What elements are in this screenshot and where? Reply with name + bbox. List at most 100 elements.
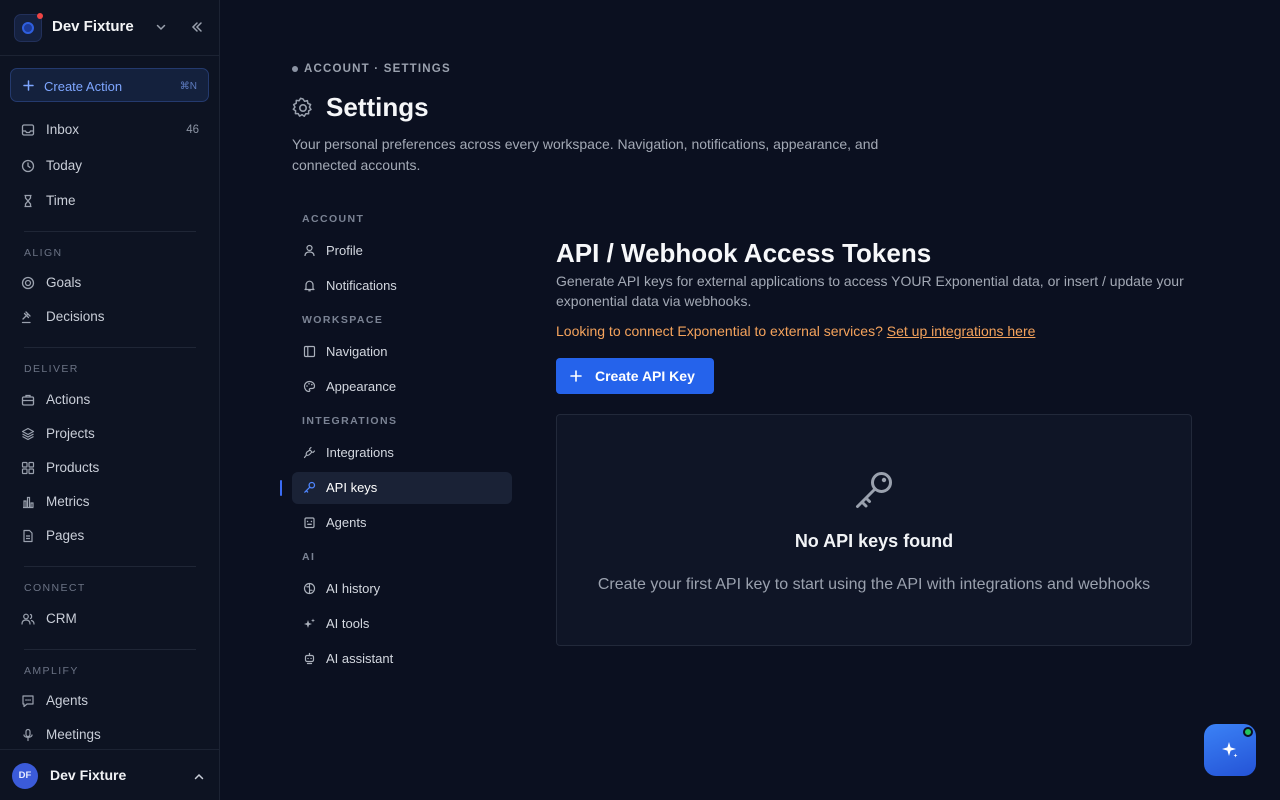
active-indicator (280, 480, 282, 496)
workspace-name: Dev Fixture (52, 18, 134, 35)
callout-text: Looking to connect Exponential to extern… (556, 323, 887, 339)
sidebar-item-crm[interactable]: CRM (10, 604, 209, 634)
clock-icon (21, 159, 35, 173)
section-title: API / Webhook Access Tokens (556, 238, 932, 268)
settings-item-label: AI tools (326, 616, 370, 631)
sidebar-item-pages[interactable]: Pages (10, 521, 209, 551)
sidebar-item-goals[interactable]: Goals (10, 268, 209, 298)
robot-icon (303, 652, 316, 665)
sidebar-section-deliver: DELIVER (24, 363, 79, 375)
settings-item-navigation[interactable]: Navigation (292, 336, 512, 368)
settings-item-label: Notifications (326, 278, 397, 293)
settings-item-label: Agents (326, 515, 367, 530)
avatar: DF (12, 763, 38, 789)
settings-item-ai-history[interactable]: AI history (292, 573, 512, 605)
sidebar-item-products[interactable]: Products (10, 453, 209, 483)
settings-item-api-keys[interactable]: API keys (292, 472, 512, 504)
sidebar-layout-icon (303, 345, 316, 358)
inbox-count-badge: 46 (186, 124, 199, 136)
settings-item-label: AI assistant (326, 651, 394, 666)
settings-item-label: AI history (326, 581, 381, 596)
chevron-up-icon[interactable] (193, 771, 205, 783)
sidebar-item-label: Goals (46, 275, 82, 290)
ai-assistant-button[interactable] (1204, 724, 1256, 776)
settings-item-profile[interactable]: Profile (292, 235, 512, 267)
empty-state: No API keys found Create your first API … (556, 414, 1192, 646)
sidebar-item-metrics[interactable]: Metrics (10, 487, 209, 517)
sidebar-item-label: Projects (46, 426, 95, 441)
user-icon (303, 244, 316, 257)
sidebar-item-label: Meetings (46, 727, 101, 742)
briefcase-icon (21, 393, 35, 407)
breadcrumb-bullet (292, 66, 298, 72)
app-sidebar: Dev Fixture Create Action ⌘N Inbox 46 To… (0, 0, 220, 800)
create-api-key-label: Create API Key (595, 368, 695, 384)
sidebar-item-today[interactable]: Today (10, 151, 209, 181)
settings-item-label: Integrations (326, 445, 394, 460)
create-api-key-button[interactable]: Create API Key (556, 358, 714, 394)
settings-item-appearance[interactable]: Appearance (292, 371, 512, 403)
grid-icon (21, 461, 35, 475)
settings-section-workspace: WORKSPACE (302, 314, 384, 326)
chat-icon (21, 694, 35, 708)
sidebar-divider (24, 649, 196, 650)
gavel-icon (21, 310, 35, 324)
palette-icon (303, 380, 316, 393)
page-title: Settings (326, 92, 429, 122)
bot-icon (303, 516, 316, 529)
sidebar-item-label: Today (46, 158, 83, 173)
users-icon (21, 612, 35, 626)
setup-integrations-link[interactable]: Set up integrations here (887, 323, 1036, 339)
chevron-down-icon[interactable] (155, 21, 167, 33)
sidebar-divider (24, 231, 196, 232)
settings-item-agents[interactable]: Agents (292, 507, 512, 539)
page-description: Your personal preferences across every w… (292, 136, 879, 173)
user-name: Dev Fixture (50, 767, 127, 783)
section-description: Generate API keys for external applicati… (556, 273, 1184, 309)
settings-item-ai-assistant[interactable]: AI assistant (292, 643, 512, 675)
empty-state-title: No API keys found (794, 531, 954, 551)
sidebar-item-label: Agents (46, 693, 89, 708)
sidebar-section-align: ALIGN (24, 247, 63, 259)
settings-item-integrations[interactable]: Integrations (292, 437, 512, 469)
sidebar-item-decisions[interactable]: Decisions (10, 302, 209, 332)
sidebar-item-meetings[interactable]: Meetings (10, 720, 209, 750)
empty-state-description: Create your first API key to start using… (597, 576, 1151, 593)
sidebar-item-projects[interactable]: Projects (10, 419, 209, 449)
collapse-sidebar-icon[interactable] (190, 20, 204, 34)
settings-item-label: Appearance (326, 379, 397, 394)
workspace-switcher[interactable]: Dev Fixture (0, 0, 219, 56)
settings-item-notifications[interactable]: Notifications (292, 270, 512, 302)
settings-item-label: Navigation (326, 344, 388, 359)
sidebar-item-inbox[interactable]: Inbox 46 (10, 115, 209, 145)
user-menu[interactable]: DF Dev Fixture (0, 749, 219, 800)
plus-icon (23, 80, 34, 91)
create-action-button[interactable]: Create Action ⌘N (10, 68, 209, 102)
integrations-callout: Looking to connect Exponential to extern… (556, 323, 1035, 339)
hourglass-icon (21, 194, 35, 208)
bell-icon (303, 279, 316, 292)
settings-section-ai: AI (302, 551, 316, 563)
layers-icon (21, 427, 35, 441)
sidebar-item-label: Products (46, 460, 100, 475)
file-icon (21, 529, 35, 543)
settings-item-label: API keys (326, 480, 378, 495)
sidebar-item-time[interactable]: Time (10, 186, 209, 216)
sidebar-section-connect: CONNECT (24, 582, 86, 594)
settings-section-account: ACCOUNT (302, 213, 365, 225)
brain-icon (303, 582, 316, 595)
settings-item-label: Profile (326, 243, 363, 258)
sidebar-item-label: Metrics (46, 494, 90, 509)
sidebar-item-label: Decisions (46, 309, 105, 324)
sidebar-item-agents[interactable]: Agents (10, 686, 209, 716)
sidebar-item-label: Inbox (46, 122, 80, 137)
settings-section-integrations: INTEGRATIONS (302, 415, 398, 427)
breadcrumb-text: ACCOUNT · SETTINGS (304, 63, 451, 75)
create-action-label: Create Action (44, 79, 123, 94)
settings-item-ai-tools[interactable]: AI tools (292, 608, 512, 640)
sidebar-divider (24, 566, 196, 567)
sidebar-item-label: Pages (46, 528, 85, 543)
sidebar-item-label: Time (46, 193, 76, 208)
gear-icon (292, 97, 314, 119)
sidebar-item-actions[interactable]: Actions (10, 385, 209, 415)
